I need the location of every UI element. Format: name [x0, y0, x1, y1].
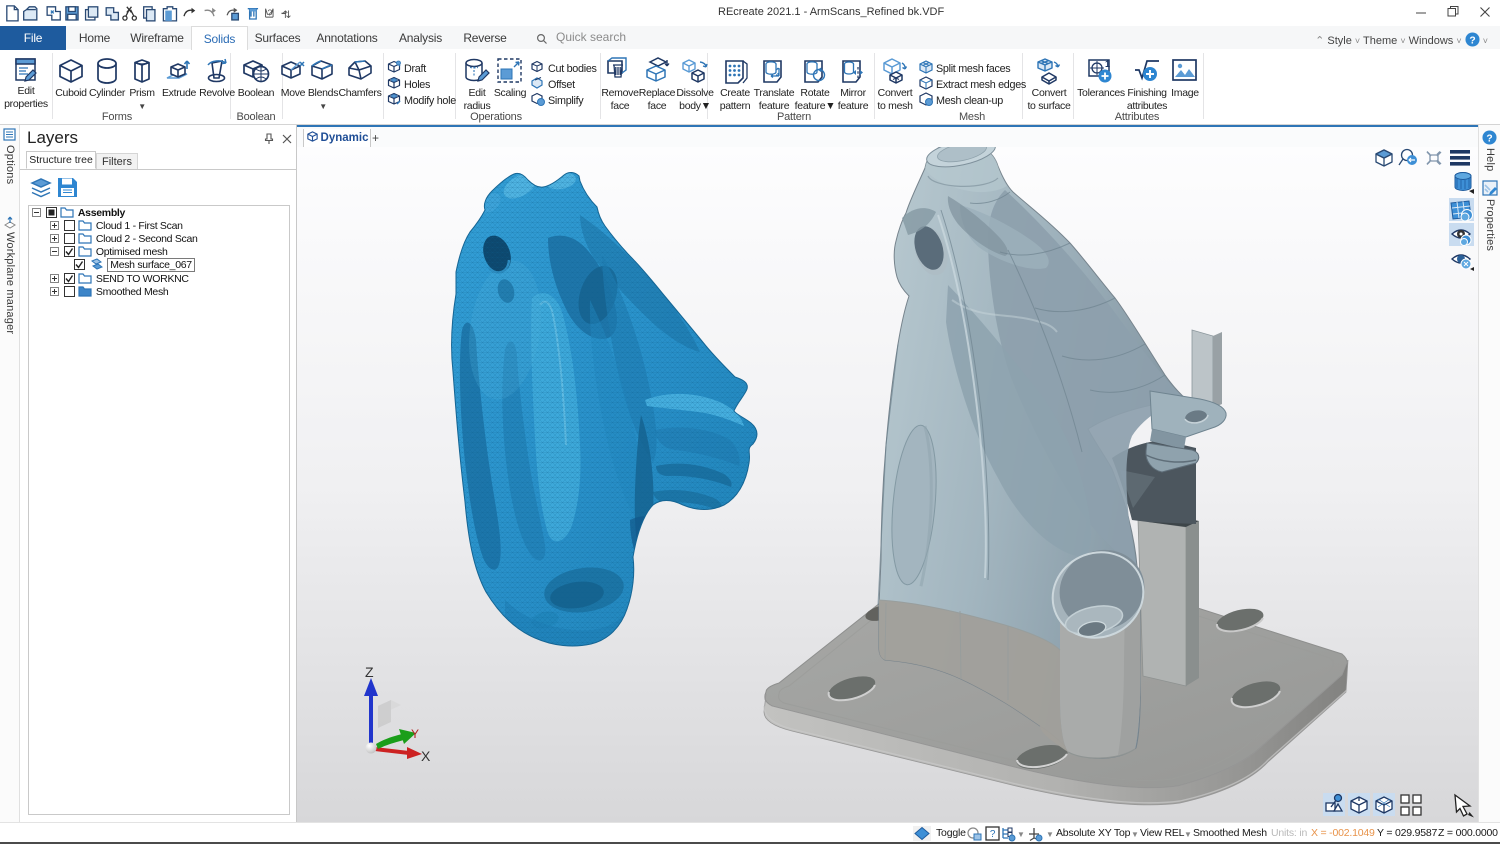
svg-text:?: ?	[990, 829, 996, 840]
svg-text:Y: Y	[411, 727, 419, 741]
svg-text:1: 1	[1105, 59, 1110, 69]
svg-text:?: ?	[1469, 35, 1475, 46]
svg-text:?: ?	[267, 7, 272, 17]
svg-text:?: ?	[1486, 133, 1492, 144]
svg-text:X: X	[421, 748, 431, 764]
svg-text:Z: Z	[365, 664, 374, 680]
svg-text:⇅: ⇅	[282, 10, 291, 21]
